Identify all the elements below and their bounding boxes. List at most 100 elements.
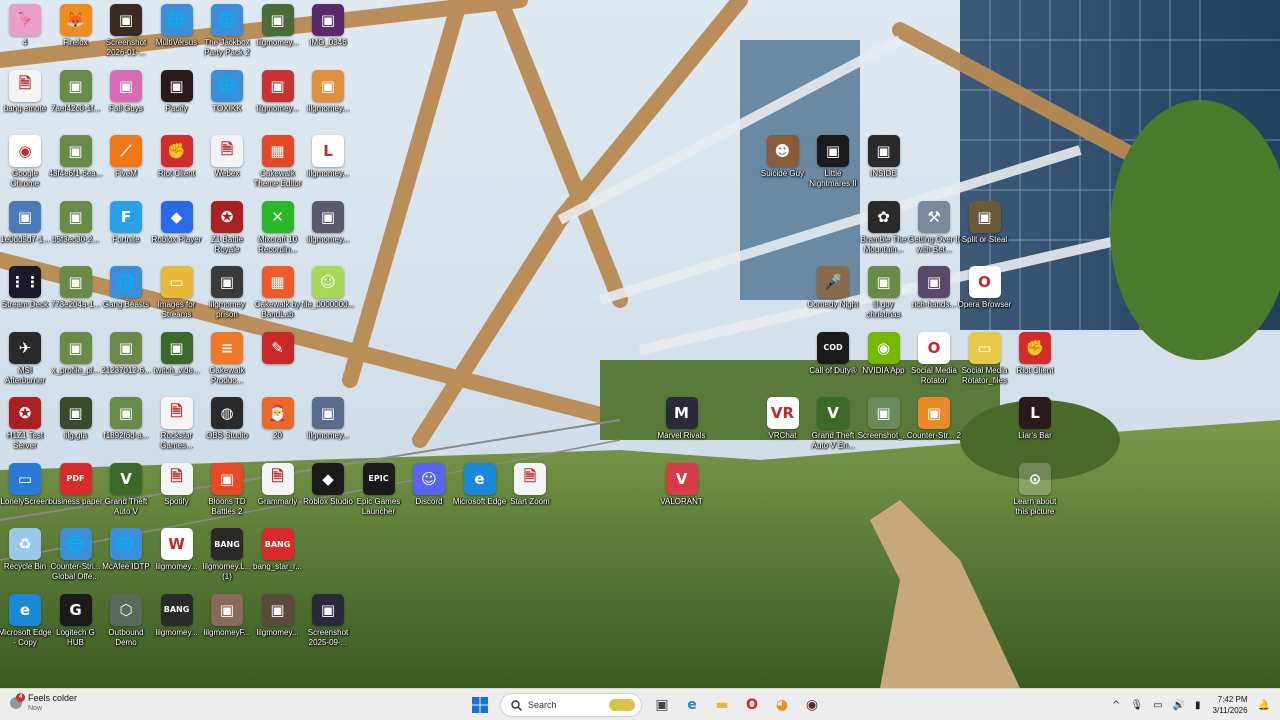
desktop-icon-lilgmomey[interactable]: Wlilgmomey... [152, 528, 202, 590]
desktop-icon-21237012-6[interactable]: ▣ 21237012-6... [101, 331, 151, 394]
desktop-icon-mixcraft-10-recordin[interactable]: ✕ Mixcraft 10 Recordin... [253, 200, 303, 263]
firefox-taskbar-button[interactable]: ◕ [768, 692, 796, 718]
desktop-icon-grand-theft-auto-v-en[interactable]: V Grand Theft Auto V En... [808, 397, 858, 459]
file-explorer-button[interactable]: ▬ [708, 692, 736, 718]
desktop-icon-lilgmomey[interactable]: ▣ lilgmomey... [303, 397, 353, 459]
desktop-icon-toxikk[interactable]: 🌐 TOXIKK [202, 69, 252, 132]
desktop-icon-riot-client[interactable]: ✊ Riot Client [152, 135, 202, 197]
desktop-icon-bang-emote[interactable]: 🗎 bang emote [0, 69, 50, 132]
desktop-icon-learn-about-this-picture[interactable]: ⊙ Learn about this picture [1010, 462, 1060, 525]
desktop-icon-recycle-bin[interactable]: ♻ Recycle Bin [0, 528, 50, 590]
desktop-icon-lilgmomey[interactable]: ▣ lilgmomey... [253, 593, 303, 656]
task-view-button[interactable]: ▣ [648, 692, 676, 718]
desktop-icon-images-for-streams[interactable]: ▭ Images for Streams [152, 266, 202, 328]
desktop-icon-roblox-player[interactable]: ◆ Roblox Player [152, 200, 202, 263]
desktop-icon-unnamed[interactable]: ✎ [253, 331, 303, 394]
desktop-icon-4[interactable]: 🦩 4 [0, 4, 50, 66]
edge-taskbar-button[interactable]: e [678, 692, 706, 718]
desktop-icon-screenshot-2025-09[interactable]: ▣ Screenshot 2025-09-... [303, 593, 353, 656]
desktop-icon-the-jackbox-party-pack-2[interactable]: 🌐 The Jackbox Party Pack 2 [202, 4, 252, 66]
desktop-icon-grand-theft-auto-v[interactable]: V Grand Theft Auto V [101, 462, 151, 525]
taskbar-search-box[interactable]: Search [500, 693, 642, 717]
desktop-icon-outbound-demo[interactable]: ⬡ Outbound Demo [101, 593, 151, 656]
desktop-icon-social-media-rotator[interactable]: O Social Media Rotator [909, 331, 959, 394]
weather-widget[interactable]: 4 Feels colder Now [10, 693, 77, 713]
desktop-icon-cakewalk-by-bandlab[interactable]: ▦ Cakewalk by BandLab [253, 266, 303, 328]
desktop-icon-1e0dd5d7-1[interactable]: ▣ 1e0dd5d7-1... [0, 200, 50, 263]
desktop-icon-cakewalk-produc[interactable]: ≡ Cakewalk Produc... [202, 331, 252, 394]
desktop-icon-bang-star-r[interactable]: BANG bang_star_r... [253, 528, 303, 590]
desktop-icon-marvel-rivals[interactable]: M Marvel Rivals [657, 397, 707, 459]
desktop-icon-lilgmomey[interactable]: ▣ lilgmomey... [253, 69, 303, 132]
desktop-icon-vrchat[interactable]: VR VRChat [758, 397, 808, 459]
desktop-icon-img-0346[interactable]: ▣ IMG_0346 [303, 4, 353, 66]
desktop-icon-rockstar-games[interactable]: 🗎 Rockstar Games... [152, 397, 202, 459]
desktop-icon-counter-str-2[interactable]: ▣ Counter-Str... 2 [907, 397, 961, 459]
desktop-icon-cakewalk-theme-editor[interactable]: ▦ Cakewalk Theme Editor [253, 135, 303, 197]
desktop-icon-mcafee-idtp[interactable]: 🌐 McAfee IDTP [101, 528, 151, 590]
desktop-icon-discord[interactable]: ☺ Discord [404, 462, 454, 525]
desktop-icon-suicide-guy[interactable]: ☻ Suicide Guy [758, 135, 808, 197]
tray-chevron-icon[interactable]: ^ [1112, 700, 1120, 711]
desktop-icon-microsoft-edge-copy[interactable]: e Microsoft Edge - Copy [0, 593, 52, 656]
desktop-icon-gang-beasts[interactable]: 🌐 Gang Beasts [101, 266, 151, 328]
desktop-icon-google-chrome[interactable]: ◉ Google Chrome [0, 135, 50, 197]
desktop-icon-pacify[interactable]: ▣ Pacify [152, 69, 202, 132]
desktop-icon-773e204a-1[interactable]: ▣ 773e204a-1... [51, 266, 101, 328]
desktop-icon-start-zoom[interactable]: 🗎 Start Zoom [505, 462, 555, 525]
desktop-icon-split-or-steal[interactable]: ▣ Split or Steal [960, 200, 1010, 263]
desktop-icon-liar-s-bar[interactable]: L Liar's Bar [1010, 397, 1060, 459]
desktop-icon-call-of-duty[interactable]: COD Call of Duty® [808, 331, 858, 394]
desktop-icon-7aef42c0-1f[interactable]: ▣ 7aef42c0-1f... [51, 69, 101, 132]
desktop-icon-bloons-td-battles-2[interactable]: ▣ Bloons TD Battles 2 [202, 462, 252, 525]
clock[interactable]: 7:42 PM 3/11/2026 [1213, 694, 1248, 716]
desktop-icon-lilgmomey-l-1[interactable]: BANG lilgmomey.L... (1) [202, 528, 252, 590]
notification-bell-icon[interactable]: 🔔 [1258, 700, 1270, 711]
desktop-icon-logitech-g-hub[interactable]: G Logitech G HUB [51, 593, 101, 656]
network-icon[interactable]: ▭ [1153, 700, 1162, 711]
desktop-icon-fall-guys[interactable]: ▣ Fall Guys [101, 69, 151, 132]
desktop-icon-x-profile-pl[interactable]: ▣ x_profile_pl... [51, 331, 101, 394]
volume-icon[interactable]: 🔊 [1173, 700, 1185, 711]
desktop-icon-rich-hands[interactable]: ▣ rich-hands... [909, 266, 959, 328]
desktop-icon-stream-deck[interactable]: ⋮⋮ Stream Deck [0, 266, 50, 328]
desktop-icon-lilgmomey[interactable]: ▣ lilgmomey... [303, 69, 353, 132]
desktop-icon-file-0000000[interactable]: ☺ file_0000000... [302, 266, 354, 328]
desktop-icon-43f4e6f1-6ea[interactable]: ▣ 43f4e6f1-6ea... [49, 135, 102, 197]
desktop-icon-lilgmomeyf[interactable]: ▣ lilgmomeyF... [202, 593, 252, 656]
desktop-icon-inside[interactable]: ▣ INSIDE [859, 135, 909, 197]
desktop-icon-nvidia-app[interactable]: ◉ NVIDIA App [859, 331, 909, 394]
desktop-icon-bramble-the-mountain[interactable]: ✿ Bramble The Mountain... [859, 200, 909, 263]
desktop-icon-grammarly[interactable]: 🗎 Grammarly [253, 462, 303, 525]
desktop-icon-webex[interactable]: 🗎 Webex [202, 135, 252, 197]
desktop-icon-firefox[interactable]: 🦊 Firefox [51, 4, 101, 66]
desktop-icon-social-media-rotator-files[interactable]: ▭ Social Media Rotator_files [960, 331, 1010, 394]
desktop-icon-epic-games-launcher[interactable]: EPIC Epic Games Launcher [354, 462, 404, 525]
desktop-icon-20[interactable]: 🎅 20 [253, 397, 303, 459]
desktop-icon-multiversus[interactable]: 🌐 MultiVersus [152, 4, 202, 66]
desktop-icon-counter-stri-global-offe[interactable]: 🌐 Counter-Stri... Global Offe... [51, 528, 101, 590]
microphone-icon[interactable]: 🎙 [1130, 700, 1143, 711]
desktop-icon-z1-battle-royale[interactable]: ✪ Z1 Battle Royale [202, 200, 252, 263]
desktop-icon-msi-afterburner[interactable]: ✈ MSI Afterburner [0, 331, 50, 394]
desktop-icon-lonelyscreen[interactable]: ▭ LonelyScreen [0, 462, 50, 525]
desktop-icon-fortnite[interactable]: F Fortnite [101, 200, 151, 263]
desktop-icon-screenshot-2026-01[interactable]: ▣ Screenshot 2026-01-... [101, 4, 151, 66]
desktop-icon-lilgmomey[interactable]: BANG lilgmomey... [152, 593, 202, 656]
desktop-icon-business-paper[interactable]: PDF business paper [48, 462, 103, 525]
desktop-icon-twitch-vide[interactable]: ▣ twitch_vide... [152, 331, 202, 394]
desktop-icon-opera-browser[interactable]: O Opera Browser [958, 266, 1011, 328]
desktop-icon-spotify[interactable]: 🗎 Spotify [152, 462, 202, 525]
desktop-icon-valorant[interactable]: V VALORANT [657, 462, 707, 525]
desktop-icon-little-nightmares-ii[interactable]: ▣ Little Nightmares II [808, 135, 858, 197]
desktop-icon-lilgmomey-prison[interactable]: ▣ lilgmomey prison [202, 266, 252, 328]
desktop-icon-f1892f6d-a[interactable]: ▣ f1892f6d-a... [101, 397, 151, 459]
app-taskbar-button[interactable]: ◉ [798, 692, 826, 718]
desktop-icon-lilg-gta[interactable]: ▣ lilg.gta [51, 397, 101, 459]
desktop-icon-microsoft-edge[interactable]: e Microsoft Edge [453, 462, 506, 525]
desktop-icon-screenshot[interactable]: ▣ Screenshot_... [858, 397, 909, 459]
desktop-icon-h1z1-test-server[interactable]: ✪ H1Z1 Test Server [0, 397, 50, 459]
desktop-icon-riot-client[interactable]: ✊ Riot Client [1010, 331, 1060, 394]
start-button[interactable] [466, 692, 494, 718]
desktop-icon-lilgmomey[interactable]: ▣ lilgmomey... [303, 200, 353, 263]
